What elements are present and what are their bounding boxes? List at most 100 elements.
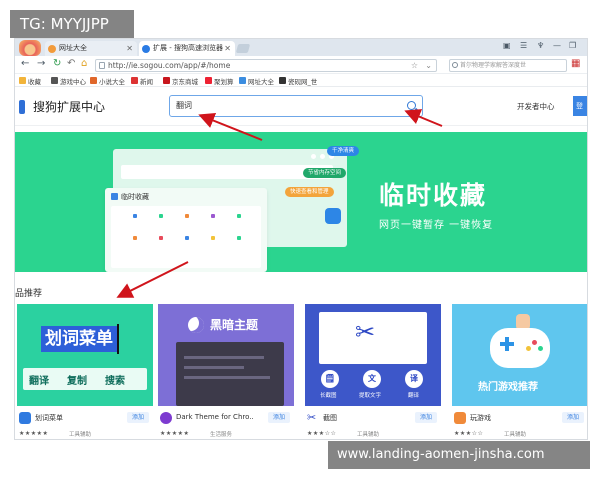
bookmark-juhuasuan[interactable]: 聚划算 [205, 76, 234, 86]
art-label: 提取文字 [359, 393, 382, 399]
bookmarks-bar: 收藏 游戏中心 小说大全 新闻 京东商城 聚划算 网址大全 瓷砚网_世 [15, 74, 587, 87]
bookmark-novels[interactable]: 小说大全 [90, 76, 125, 86]
tab-extensions[interactable]: 扩展 - 搜狗高速浏览器 ✕ [139, 41, 235, 56]
undo-icon[interactable]: ↶ [67, 58, 75, 69]
tab-label: 扩展 - 搜狗高速浏览器 [153, 44, 223, 52]
scissors-icon: ✂ [355, 318, 376, 346]
tab-nav-directory[interactable]: 网址大全 ✕ [45, 41, 137, 56]
rating-stars: ★★★★★ [160, 430, 190, 437]
minimize-icon[interactable]: — [553, 41, 561, 50]
long-screenshot-icon: 🗒 [321, 370, 339, 388]
bookmark-nav[interactable]: 网址大全 [239, 76, 274, 86]
forward-icon[interactable]: → [37, 58, 45, 69]
bookmark-ciyan[interactable]: 瓷砚网_世 [279, 76, 317, 86]
deal-icon [205, 77, 212, 84]
card-name[interactable]: 划词菜单 [35, 413, 113, 423]
rating-stars: ★★★☆☆ [307, 430, 337, 437]
art-word: 搜索 [105, 376, 125, 387]
banner-pill-clean: 千净清爽 [327, 146, 360, 156]
bookmark-icon [111, 193, 118, 200]
site-icon [279, 77, 286, 84]
browser-search-box[interactable]: 首尔物理学家解答深度世 [449, 59, 567, 72]
login-button[interactable]: 登 [573, 96, 587, 116]
banner-subtitle: 网页一键暂存 一键恢复 [379, 220, 494, 231]
moon-icon [188, 317, 204, 333]
skin-icon[interactable]: ▣ [503, 41, 511, 50]
card-info: Dark Theme for Chro... 添加 ★★★★★ 生活服务 [158, 406, 294, 439]
add-button[interactable]: 添加 [415, 412, 437, 423]
star-icon [19, 77, 26, 84]
promo-banner[interactable]: 临时收藏 临时收藏 网页一键暂存 一键恢复 [15, 132, 587, 272]
close-icon[interactable]: ✕ [224, 41, 231, 56]
section-title: 品推荐 [15, 289, 43, 299]
card-art: 热门游戏推荐 [452, 304, 587, 406]
banner-pill-memory: 节省内存空间 [303, 168, 347, 178]
card-info: 玩游戏 添加 ★★★☆☆ 工具辅助 [452, 406, 587, 439]
extension-card-dark-theme[interactable]: 黑暗主题 Dark Theme for Chro... 添加 ★★★★★ 生活服… [158, 304, 294, 439]
user-avatar[interactable] [19, 40, 41, 56]
art-highlight: 划词菜单 [41, 326, 117, 352]
extension-search-input[interactable]: 翻词 [169, 95, 423, 117]
search-value: 翻词 [176, 101, 192, 110]
lock-icon [99, 62, 105, 69]
add-button[interactable]: 添加 [127, 412, 149, 423]
back-icon[interactable]: ← [21, 58, 29, 69]
card-art: 划词菜单 翻译 复制 搜索 [17, 304, 153, 406]
card-name[interactable]: 截图 [323, 413, 401, 423]
card-name[interactable]: Dark Theme for Chro... [176, 413, 254, 421]
card-art: ✂ 🗒 文 译 长截图 提取文字 翻译 [305, 304, 441, 406]
home-icon[interactable]: ⌂ [81, 58, 87, 69]
art-label: 长截图 [320, 393, 337, 399]
card-name[interactable]: 玩游戏 [470, 413, 548, 423]
bookmark-news[interactable]: 新闻 [131, 76, 153, 86]
card-category: 生活服务 [210, 432, 233, 438]
banner-pill-manage: 快速查看和管理 [285, 187, 334, 197]
word-menu-icon [19, 412, 31, 424]
tab-strip: 网址大全 ✕ 扩展 - 搜狗高速浏览器 ✕ ▣ ☰ ♆ — ❐ [15, 39, 587, 56]
developer-center-link[interactable]: 开发者中心 [517, 101, 555, 112]
chevron-down-icon[interactable]: ⌄ [425, 60, 432, 71]
art-title: 热门游戏推荐 [478, 382, 538, 393]
star-icon[interactable]: ☆ [411, 60, 418, 71]
bookmark-jd[interactable]: 京东商城 [163, 76, 198, 86]
art-title: 黑暗主题 [210, 318, 259, 332]
extension-card-games[interactable]: 热门游戏推荐 玩游戏 添加 ★★★☆☆ 工具辅助 [452, 304, 587, 439]
close-icon[interactable]: ✕ [126, 41, 133, 56]
mock-grid [111, 206, 261, 268]
browser-window: 网址大全 ✕ 扩展 - 搜狗高速浏览器 ✕ ▣ ☰ ♆ — ❐ ← → ↻ ↶ … [14, 38, 588, 440]
shirt-icon[interactable]: ♆ [537, 41, 544, 50]
extension-card-word-menu[interactable]: 划词菜单 翻译 复制 搜索 划词菜单 添加 ★★★★★ 工具辅助 [17, 304, 153, 439]
address-text: http://ie.sogou.com/app/#/home [108, 61, 231, 70]
address-bar[interactable]: http://ie.sogou.com/app/#/home ☆ ⌄ [95, 59, 437, 72]
restore-icon[interactable]: ❐ [569, 41, 576, 50]
game-icon [454, 412, 466, 424]
globe-icon [239, 77, 246, 84]
add-button[interactable]: 添加 [562, 412, 584, 423]
rating-stars: ★★★☆☆ [454, 430, 484, 437]
extension-card-screenshot[interactable]: ✂ 🗒 文 译 长截图 提取文字 翻译 ✂ 截图 添加 ★★★☆☆ 工具辅助 [305, 304, 441, 439]
text-cursor [117, 324, 119, 354]
extension-menu-icon[interactable]: ▦ [571, 58, 580, 69]
moon-icon [160, 412, 172, 424]
mock-window-front: 临时收藏 [105, 188, 267, 272]
bookmark-game-center[interactable]: 游戏中心 [51, 76, 86, 86]
navigation-bar: ← → ↻ ↶ ⌂ http://ie.sogou.com/app/#/home… [15, 56, 587, 74]
dark-panel [176, 342, 284, 406]
search-icon [452, 62, 458, 68]
text-extract-icon: 文 [363, 370, 381, 388]
extension-icon [142, 45, 150, 53]
search-placeholder: 首尔物理学家解答深度世 [460, 62, 527, 69]
brand-title[interactable]: 搜狗扩展中心 [33, 98, 105, 115]
refresh-icon[interactable]: ↻ [53, 58, 61, 69]
menu-icon[interactable]: ☰ [520, 41, 527, 50]
new-tab-button[interactable] [235, 44, 251, 53]
page-header: 搜狗扩展中心 翻词 开发者中心 登 [15, 88, 587, 126]
card-info: 划词菜单 添加 ★★★★★ 工具辅助 [17, 406, 153, 439]
logo-icon [19, 100, 25, 114]
add-button[interactable]: 添加 [268, 412, 290, 423]
search-icon[interactable] [407, 101, 416, 110]
watermark-bottom-right: www.landing-aomen-jinsha.com [328, 441, 590, 469]
art-word: 翻译 [29, 376, 49, 387]
card-category: 工具辅助 [504, 432, 527, 438]
bookmark-favorites[interactable]: 收藏 [19, 76, 41, 86]
